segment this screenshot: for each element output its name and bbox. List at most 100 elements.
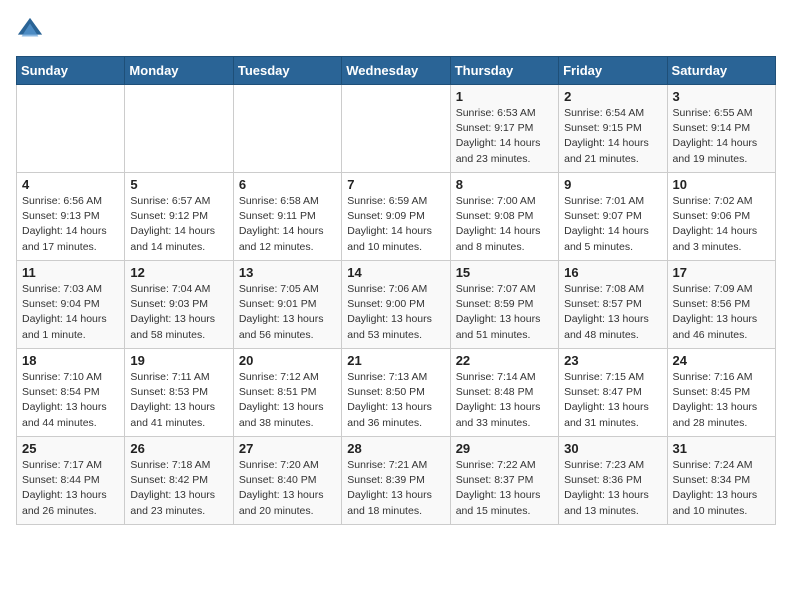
- calendar-cell: 18 Sunrise: 7:10 AM Sunset: 8:54 PM Dayli…: [17, 349, 125, 437]
- day-detail: Sunrise: 7:10 AM Sunset: 8:54 PM Dayligh…: [22, 370, 119, 431]
- day-number: 10: [673, 177, 770, 192]
- header-row: SundayMondayTuesdayWednesdayThursdayFrid…: [17, 57, 776, 85]
- day-detail: Sunrise: 6:56 AM Sunset: 9:13 PM Dayligh…: [22, 194, 119, 255]
- day-number: 4: [22, 177, 119, 192]
- calendar-cell: 17Sunrise: 7:09 AM Sunset: 8:56 PM Dayli…: [667, 261, 775, 349]
- calendar-cell: 28Sunrise: 7:21 AM Sunset: 8:39 PM Dayli…: [342, 437, 450, 525]
- day-number: 26: [130, 441, 227, 456]
- calendar-table: SundayMondayTuesdayWednesdayThursdayFrid…: [16, 56, 776, 525]
- day-detail: Sunrise: 6:57 AM Sunset: 9:12 PM Dayligh…: [130, 194, 227, 255]
- day-number: 27: [239, 441, 336, 456]
- calendar-cell: 26 Sunrise: 7:18 AM Sunset: 8:42 PM Dayli…: [125, 437, 233, 525]
- calendar-cell: 16 Sunrise: 7:08 AM Sunset: 8:57 PM Dayli…: [559, 261, 667, 349]
- day-header: Monday: [125, 57, 233, 85]
- day-number: 25: [22, 441, 119, 456]
- day-detail: Sunrise: 6:59 AM Sunset: 9:09 PM Dayligh…: [347, 194, 444, 255]
- day-detail: Sunrise: 6:53 AM Sunset: 9:17 PM Dayligh…: [456, 106, 553, 167]
- calendar-cell: 12 Sunrise: 7:04 AM Sunset: 9:03 PM Dayli…: [125, 261, 233, 349]
- calendar-week-row: 25 Sunrise: 7:17 AM Sunset: 8:44 PM Dayli…: [17, 437, 776, 525]
- day-number: 11: [22, 265, 119, 280]
- day-number: 7: [347, 177, 444, 192]
- day-header: Sunday: [17, 57, 125, 85]
- day-detail: Sunrise: 7:00 AM Sunset: 9:08 PM Dayligh…: [456, 194, 553, 255]
- calendar-cell: 11Sunrise: 7:03 AM Sunset: 9:04 PM Dayli…: [17, 261, 125, 349]
- day-number: 5: [130, 177, 227, 192]
- day-number: 9: [564, 177, 661, 192]
- day-detail: Sunrise: 7:02 AM Sunset: 9:06 PM Dayligh…: [673, 194, 770, 255]
- calendar-cell: 27 Sunrise: 7:20 AM Sunset: 8:40 PM Dayli…: [233, 437, 341, 525]
- calendar-cell: [233, 85, 341, 173]
- day-detail: Sunrise: 7:17 AM Sunset: 8:44 PM Dayligh…: [22, 458, 119, 519]
- calendar-cell: 13 Sunrise: 7:05 AM Sunset: 9:01 PM Dayli…: [233, 261, 341, 349]
- day-detail: Sunrise: 6:58 AM Sunset: 9:11 PM Dayligh…: [239, 194, 336, 255]
- calendar-week-row: 18 Sunrise: 7:10 AM Sunset: 8:54 PM Dayli…: [17, 349, 776, 437]
- day-number: 3: [673, 89, 770, 104]
- day-number: 15: [456, 265, 553, 280]
- logo-icon: [16, 16, 44, 44]
- day-number: 1: [456, 89, 553, 104]
- day-number: 21: [347, 353, 444, 368]
- calendar-cell: 14Sunrise: 7:06 AM Sunset: 9:00 PM Dayli…: [342, 261, 450, 349]
- day-number: 31: [673, 441, 770, 456]
- day-number: 6: [239, 177, 336, 192]
- day-header: Friday: [559, 57, 667, 85]
- calendar-cell: 8Sunrise: 7:00 AM Sunset: 9:08 PM Daylig…: [450, 173, 558, 261]
- calendar-cell: 19 Sunrise: 7:11 AM Sunset: 8:53 PM Dayli…: [125, 349, 233, 437]
- calendar-cell: 7 Sunrise: 6:59 AM Sunset: 9:09 PM Daylig…: [342, 173, 450, 261]
- calendar-cell: [342, 85, 450, 173]
- day-number: 19: [130, 353, 227, 368]
- calendar-cell: [125, 85, 233, 173]
- day-detail: Sunrise: 7:04 AM Sunset: 9:03 PM Dayligh…: [130, 282, 227, 343]
- calendar-cell: 10 Sunrise: 7:02 AM Sunset: 9:06 PM Dayli…: [667, 173, 775, 261]
- calendar-week-row: 1 Sunrise: 6:53 AM Sunset: 9:17 PM Daylig…: [17, 85, 776, 173]
- calendar-cell: 6 Sunrise: 6:58 AM Sunset: 9:11 PM Daylig…: [233, 173, 341, 261]
- day-number: 24: [673, 353, 770, 368]
- calendar-cell: 30Sunrise: 7:23 AM Sunset: 8:36 PM Dayli…: [559, 437, 667, 525]
- day-detail: Sunrise: 6:54 AM Sunset: 9:15 PM Dayligh…: [564, 106, 661, 167]
- calendar-cell: 4 Sunrise: 6:56 AM Sunset: 9:13 PM Daylig…: [17, 173, 125, 261]
- page-header: [16, 16, 776, 44]
- calendar-cell: 24 Sunrise: 7:16 AM Sunset: 8:45 PM Dayli…: [667, 349, 775, 437]
- day-detail: Sunrise: 7:23 AM Sunset: 8:36 PM Dayligh…: [564, 458, 661, 519]
- calendar-cell: 2 Sunrise: 6:54 AM Sunset: 9:15 PM Daylig…: [559, 85, 667, 173]
- day-header: Tuesday: [233, 57, 341, 85]
- day-detail: Sunrise: 7:16 AM Sunset: 8:45 PM Dayligh…: [673, 370, 770, 431]
- day-detail: Sunrise: 6:55 AM Sunset: 9:14 PM Dayligh…: [673, 106, 770, 167]
- day-detail: Sunrise: 7:11 AM Sunset: 8:53 PM Dayligh…: [130, 370, 227, 431]
- day-detail: Sunrise: 7:15 AM Sunset: 8:47 PM Dayligh…: [564, 370, 661, 431]
- day-detail: Sunrise: 7:13 AM Sunset: 8:50 PM Dayligh…: [347, 370, 444, 431]
- day-detail: Sunrise: 7:20 AM Sunset: 8:40 PM Dayligh…: [239, 458, 336, 519]
- calendar-cell: 29 Sunrise: 7:22 AM Sunset: 8:37 PM Dayli…: [450, 437, 558, 525]
- day-number: 14: [347, 265, 444, 280]
- day-number: 17: [673, 265, 770, 280]
- day-detail: Sunrise: 7:24 AM Sunset: 8:34 PM Dayligh…: [673, 458, 770, 519]
- calendar-cell: 23 Sunrise: 7:15 AM Sunset: 8:47 PM Dayli…: [559, 349, 667, 437]
- day-number: 16: [564, 265, 661, 280]
- logo: [16, 16, 48, 44]
- day-detail: Sunrise: 7:01 AM Sunset: 9:07 PM Dayligh…: [564, 194, 661, 255]
- day-number: 28: [347, 441, 444, 456]
- calendar-cell: 20Sunrise: 7:12 AM Sunset: 8:51 PM Dayli…: [233, 349, 341, 437]
- day-number: 12: [130, 265, 227, 280]
- calendar-cell: 1 Sunrise: 6:53 AM Sunset: 9:17 PM Daylig…: [450, 85, 558, 173]
- day-detail: Sunrise: 7:22 AM Sunset: 8:37 PM Dayligh…: [456, 458, 553, 519]
- day-detail: Sunrise: 7:18 AM Sunset: 8:42 PM Dayligh…: [130, 458, 227, 519]
- calendar-cell: 21 Sunrise: 7:13 AM Sunset: 8:50 PM Dayli…: [342, 349, 450, 437]
- calendar-cell: 15 Sunrise: 7:07 AM Sunset: 8:59 PM Dayli…: [450, 261, 558, 349]
- calendar-cell: 31 Sunrise: 7:24 AM Sunset: 8:34 PM Dayli…: [667, 437, 775, 525]
- calendar-cell: 22Sunrise: 7:14 AM Sunset: 8:48 PM Dayli…: [450, 349, 558, 437]
- calendar-week-row: 4 Sunrise: 6:56 AM Sunset: 9:13 PM Daylig…: [17, 173, 776, 261]
- calendar-cell: [17, 85, 125, 173]
- day-detail: Sunrise: 7:05 AM Sunset: 9:01 PM Dayligh…: [239, 282, 336, 343]
- calendar-cell: 3 Sunrise: 6:55 AM Sunset: 9:14 PM Daylig…: [667, 85, 775, 173]
- day-detail: Sunrise: 7:08 AM Sunset: 8:57 PM Dayligh…: [564, 282, 661, 343]
- day-detail: Sunrise: 7:14 AM Sunset: 8:48 PM Dayligh…: [456, 370, 553, 431]
- day-number: 23: [564, 353, 661, 368]
- day-number: 18: [22, 353, 119, 368]
- day-number: 29: [456, 441, 553, 456]
- day-number: 13: [239, 265, 336, 280]
- day-detail: Sunrise: 7:07 AM Sunset: 8:59 PM Dayligh…: [456, 282, 553, 343]
- day-number: 20: [239, 353, 336, 368]
- day-header: Thursday: [450, 57, 558, 85]
- day-number: 2: [564, 89, 661, 104]
